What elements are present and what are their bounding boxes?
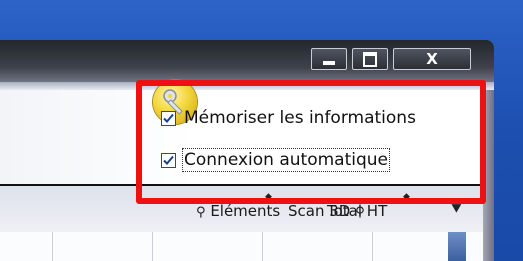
maximize-icon: [363, 51, 377, 67]
column-divider: [152, 232, 153, 261]
table-row[interactable]: [0, 232, 483, 261]
search-icon: ⚲: [196, 205, 206, 220]
column-divider: [372, 232, 373, 261]
close-button[interactable]: X: [393, 48, 471, 70]
column-header-elements[interactable]: ⚲ Eléments: [196, 202, 280, 220]
scrollbar[interactable]: [448, 232, 466, 261]
column-divider: [52, 232, 53, 261]
close-icon: X: [426, 49, 438, 68]
maximize-button[interactable]: [352, 48, 388, 70]
minimize-button[interactable]: [311, 48, 347, 70]
column-header-scan3d[interactable]: Scan 3D ⚲: [288, 202, 365, 220]
column-divider: [262, 232, 263, 261]
minimize-icon: [323, 61, 335, 65]
column-label: Eléments: [210, 202, 281, 220]
column-label: Scan 3D: [288, 202, 351, 220]
search-icon: ⚲: [355, 205, 365, 220]
highlight-box: [136, 80, 486, 204]
